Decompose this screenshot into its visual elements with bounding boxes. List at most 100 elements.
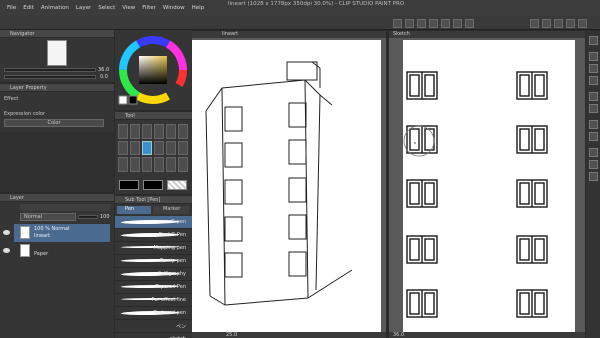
move-layer-icon[interactable] xyxy=(142,124,152,139)
figure-icon[interactable] xyxy=(154,157,164,172)
decoration-icon[interactable] xyxy=(166,140,176,156)
menu-view[interactable]: View xyxy=(122,5,135,11)
eye-icon[interactable] xyxy=(3,248,10,253)
pen-tool-icon[interactable] xyxy=(393,19,402,28)
brush-effect-line[interactable]: For effect line xyxy=(115,294,192,307)
canvas-right[interactable] xyxy=(389,40,585,332)
layer-row-paper[interactable]: Paper xyxy=(14,243,110,259)
menu-filter[interactable]: Filter xyxy=(142,5,156,11)
redo-icon[interactable] xyxy=(589,104,598,113)
blend-mode-select[interactable]: Normal xyxy=(20,213,76,221)
fill-icon[interactable] xyxy=(130,157,140,172)
frame-icon[interactable] xyxy=(166,157,176,172)
sub-color-chip[interactable] xyxy=(143,180,163,190)
tab-pen[interactable]: Pen xyxy=(117,206,151,214)
open-icon[interactable] xyxy=(589,64,598,73)
undo-icon[interactable] xyxy=(589,92,598,101)
brush-list: G-pen Real G-Pen Mapping pen Turnip pen … xyxy=(115,216,192,338)
transparent-color-chip[interactable] xyxy=(167,180,187,190)
canvas-left-tab[interactable]: lineart xyxy=(222,31,238,37)
brush-g-pen[interactable]: G-pen xyxy=(115,216,192,229)
maximize-icon[interactable] xyxy=(566,19,575,28)
save-icon[interactable] xyxy=(589,76,598,85)
select-tool-icon[interactable] xyxy=(417,19,426,28)
layer-property-body xyxy=(0,132,114,192)
brush-real-g-pen[interactable]: Real G-Pen xyxy=(115,229,192,242)
blend-icon[interactable] xyxy=(118,157,128,172)
menu-edit[interactable]: Edit xyxy=(23,5,34,11)
fill-selection-icon[interactable] xyxy=(589,132,598,141)
brush-name: Textured pen xyxy=(153,310,187,316)
navigator-rotate-slider[interactable] xyxy=(4,75,96,79)
menu-help[interactable]: Help xyxy=(192,5,205,11)
menu-layer[interactable]: Layer xyxy=(76,5,91,11)
menu-file[interactable]: File xyxy=(7,5,16,11)
move-tool-icon[interactable] xyxy=(429,19,438,28)
minimize-icon[interactable] xyxy=(554,19,563,28)
tab-pen-label: Pen xyxy=(125,206,135,212)
brush-icon[interactable] xyxy=(142,140,152,156)
brush-textured-pen[interactable]: Textured pen xyxy=(115,307,192,320)
brush-name: Real G-Pen xyxy=(158,232,186,238)
pen-icon[interactable] xyxy=(118,140,128,156)
menu-select[interactable]: Select xyxy=(98,5,115,11)
main-color-chip[interactable] xyxy=(119,180,139,190)
eraser-tool-icon[interactable] xyxy=(405,19,414,28)
hand-tool-icon[interactable] xyxy=(465,19,474,28)
layer-panel: Layer Normal 100 100 % Normal lineart Pa… xyxy=(0,194,114,338)
brush-sketch[interactable]: sketch xyxy=(115,333,192,338)
panel-menu-icon[interactable] xyxy=(589,36,598,45)
brush-calligraphy[interactable]: Calligraphy xyxy=(115,268,192,281)
menu-window[interactable]: Window xyxy=(163,5,185,11)
sub-color-swatch[interactable] xyxy=(118,95,128,105)
color-wheel[interactable] xyxy=(115,30,192,110)
brush-tapered-pen[interactable]: Tapered Pen xyxy=(115,281,192,294)
close-icon[interactable] xyxy=(578,19,587,28)
flip-icon[interactable] xyxy=(589,160,598,169)
canvas-left[interactable] xyxy=(192,40,386,332)
operation-icon[interactable] xyxy=(178,124,188,139)
clear-icon[interactable] xyxy=(589,120,598,129)
text-tool-icon[interactable] xyxy=(453,19,462,28)
tab-marker[interactable]: Marker xyxy=(153,206,189,214)
brush-turnip-pen[interactable]: Turnip pen xyxy=(115,255,192,268)
transform-icon[interactable] xyxy=(589,148,598,157)
ruler-icon[interactable] xyxy=(178,157,188,172)
brush-name: G-pen xyxy=(170,219,186,225)
brush-name: Calligraphy xyxy=(157,271,186,277)
expression-color-select[interactable]: Color xyxy=(4,119,104,127)
ruler-tool-icon[interactable] xyxy=(441,19,450,28)
hand-tool-icon[interactable] xyxy=(130,124,140,139)
brush-name: For effect line xyxy=(151,297,186,303)
eraser-icon[interactable] xyxy=(178,140,188,156)
zoom-tool-icon[interactable] xyxy=(118,124,128,139)
gradient-icon[interactable] xyxy=(142,157,152,172)
pencil-icon[interactable] xyxy=(130,140,140,156)
saturation-value-shade xyxy=(139,56,167,84)
canvas-right-tabbar: Sketch xyxy=(389,31,585,38)
brush-pen-jp[interactable]: ペン xyxy=(115,320,192,333)
blend-mode-value: Normal xyxy=(24,214,43,220)
canvas-right-tab[interactable]: Sketch xyxy=(393,31,410,37)
navigator-thumbnail[interactable] xyxy=(47,40,67,66)
brush-name: Mapping pen xyxy=(153,245,186,251)
layer-row-lineart[interactable]: 100 % Normal lineart xyxy=(14,224,110,242)
new-icon[interactable] xyxy=(589,52,598,61)
canvas-left-zoom: 25.0 xyxy=(226,332,238,338)
eye-icon[interactable] xyxy=(3,230,10,235)
layer-property-panel: Layer Property Effect Expression color C… xyxy=(0,84,114,192)
airbrush-icon[interactable] xyxy=(154,140,164,156)
opacity-slider[interactable] xyxy=(78,215,98,219)
navigator-zoom-slider[interactable] xyxy=(4,68,96,72)
tool-property-header: Tool xyxy=(115,112,192,120)
main-color-swatch[interactable] xyxy=(128,95,138,105)
brush-mapping-pen[interactable]: Mapping pen xyxy=(115,242,192,255)
menu-bar: File Edit Animation Layer Select View Fi… xyxy=(0,0,600,16)
eyedropper-icon[interactable] xyxy=(166,124,176,139)
canvas-window-left: lineart 25.0 xyxy=(192,31,386,338)
fullscreen-icon[interactable] xyxy=(542,19,551,28)
rotate-icon[interactable] xyxy=(589,172,598,181)
menu-animation[interactable]: Animation xyxy=(41,5,69,11)
view-menu-icon[interactable] xyxy=(530,19,539,28)
lasso-icon[interactable] xyxy=(154,124,164,139)
